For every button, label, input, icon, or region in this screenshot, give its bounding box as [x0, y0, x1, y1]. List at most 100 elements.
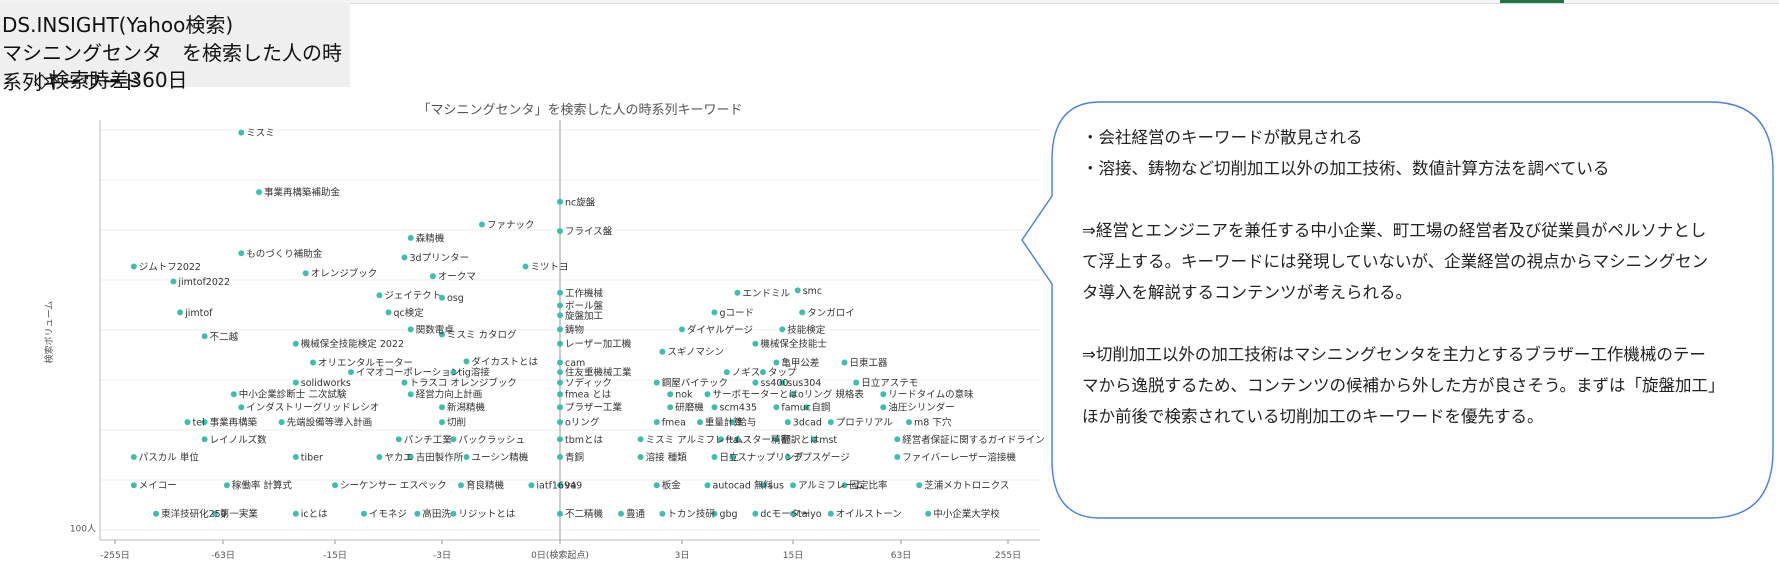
data-point-label: 第一実業 [220, 508, 259, 520]
data-point-label: tiber [301, 453, 323, 464]
data-point [223, 482, 230, 489]
data-point [711, 309, 718, 316]
data-point-label: イモネジ [369, 509, 407, 520]
data-point [711, 404, 718, 411]
data-point [827, 419, 834, 426]
data-point-label: 不二越 [210, 331, 239, 343]
callout-paragraph-theme: ⇒切削加工以外の加工技術はマシニングセンタを主力とするブラザー工作機械のテーマか… [1082, 345, 1717, 426]
chart-y-axis-label: 検索ボリューム [43, 301, 55, 364]
data-point-label: 日東工器 [850, 357, 889, 369]
data-point [841, 359, 848, 366]
data-point [653, 379, 660, 386]
data-point [463, 358, 470, 365]
data-point-label: ユーシン精機 [472, 452, 529, 464]
data-point [557, 369, 563, 376]
data-point-label: イマオコーポレーション [356, 368, 460, 379]
data-point [659, 348, 666, 355]
data-point-label: 中小企業大学校 [933, 508, 1000, 520]
data-point [734, 289, 741, 296]
data-point [557, 404, 563, 411]
x-tick-label: 255日 [995, 550, 1021, 561]
data-point-label: 機械保全技能検定 2022 [301, 338, 404, 350]
x-tick-label: 3日 [675, 550, 690, 561]
data-point-label: サーボモーターとは [713, 390, 799, 401]
data-point [916, 482, 923, 489]
data-point-label: 工作機械 [565, 287, 604, 299]
data-point-label: 機械保全技能士 [760, 338, 827, 350]
data-point-label: 日立 [720, 452, 739, 464]
keyword-scatter-chart: -255日 -63日 -15日 -3日 0日(検索起点) 3日 15日 63日 255日 100人… [43, 103, 1045, 561]
data-point-label: 鋳物 [565, 324, 585, 336]
data-point [557, 510, 563, 517]
data-point [906, 419, 912, 426]
active-sheet-indicator[interactable] [1500, 0, 1564, 3]
x-tick-label: -15日 [323, 550, 347, 561]
data-point [407, 391, 414, 398]
data-point [667, 391, 674, 398]
data-point [557, 326, 563, 333]
data-point [894, 436, 901, 443]
data-point-label: 固定比率 [850, 480, 889, 492]
data-point-label: プロテリアル [836, 418, 893, 429]
data-point-label: 先端設備等導入計画 [287, 417, 373, 429]
data-point-label: デプスゲージ [793, 452, 850, 464]
data-point [696, 419, 703, 426]
data-point-label: リジットとは [458, 509, 516, 520]
data-point [827, 510, 834, 517]
data-point-label: 3dcad [793, 418, 822, 429]
data-point [292, 454, 299, 460]
data-point [557, 340, 563, 347]
data-point-label: エンドミル [743, 288, 791, 299]
data-point-label: 住友重機械工業 [565, 367, 632, 379]
x-tick-label: -63日 [211, 550, 235, 561]
callout-line-1: ・会社経営のキーワードが散見される [1082, 128, 1363, 147]
data-point [292, 340, 299, 347]
data-point [458, 482, 464, 489]
data-point [752, 510, 759, 517]
data-point-label: ミスミ カタログ [447, 329, 517, 341]
data-point [407, 326, 414, 333]
data-point [773, 404, 780, 411]
data-point-label: フライス盤 [565, 226, 613, 238]
data-point [557, 436, 563, 443]
data-point [557, 289, 563, 296]
data-point-label: 東洋技研化250 [161, 508, 227, 520]
data-point [479, 221, 485, 228]
data-point [880, 404, 887, 411]
data-point [130, 263, 137, 270]
data-point [414, 510, 421, 517]
data-point-label: オークマ [438, 272, 476, 283]
data-point-label: メイコー [139, 481, 177, 492]
data-point [348, 369, 354, 376]
data-point-label: osg [447, 293, 464, 304]
data-point [130, 454, 137, 460]
data-point-label: jimtof [184, 308, 213, 319]
data-point [752, 379, 759, 386]
data-point-label: 翻訳とは [781, 434, 820, 446]
data-point-label: 事業再構築 [210, 417, 258, 429]
data-point [256, 189, 262, 196]
data-point-label: 技能検定 [787, 324, 826, 336]
x-tick-label: -3日 [433, 550, 451, 561]
data-point [637, 454, 644, 460]
data-point [704, 391, 711, 398]
data-point-label: nok [675, 390, 693, 401]
data-point-label: 育良精機 [466, 480, 505, 492]
x-tick-label: 63日 [891, 550, 911, 561]
data-point [704, 482, 711, 489]
data-point-label: scm435 [720, 403, 758, 414]
data-point [450, 510, 457, 517]
data-point [799, 309, 806, 316]
data-point-label: パスカル 単位 [139, 452, 200, 464]
data-point [201, 333, 208, 340]
data-point-label: ものづくり補助金 [246, 248, 323, 260]
data-point [653, 419, 660, 426]
x-tick-label: -255日 [100, 550, 129, 561]
x-tick-label: 15日 [783, 550, 803, 561]
data-point-label: トカン技研 [667, 508, 715, 520]
data-point [894, 454, 901, 460]
data-point [130, 482, 137, 489]
data-point [557, 454, 563, 460]
data-point-label: 板金 [662, 480, 682, 492]
data-point-label: シーケンサー エスペック [340, 481, 447, 492]
